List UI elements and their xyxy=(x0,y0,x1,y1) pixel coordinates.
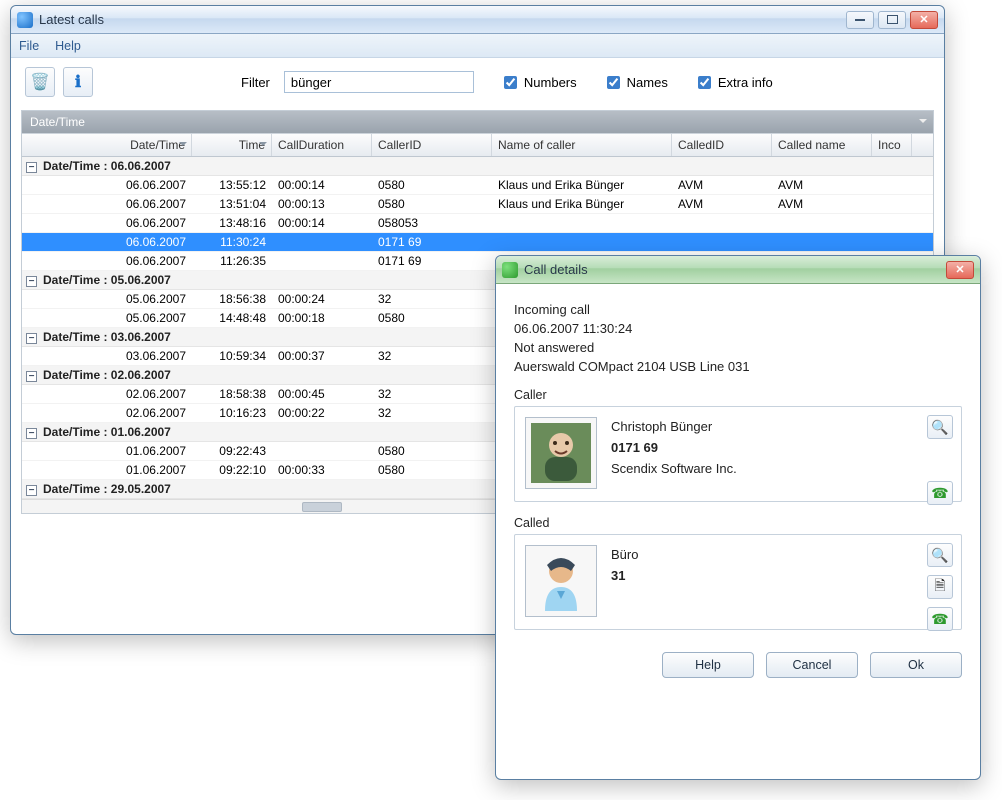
caller-card: Christoph Bünger 0171 69 Scendix Softwar… xyxy=(514,406,962,502)
clear-button[interactable]: 🗑️ xyxy=(25,67,55,97)
grid-headers: Date/Time Time CallDuration CallerID Nam… xyxy=(22,133,933,157)
called-number: 31 xyxy=(611,566,638,587)
chk-numbers[interactable]: Numbers xyxy=(500,73,577,92)
close-button[interactable] xyxy=(910,11,938,29)
info-icon: ℹ xyxy=(75,72,81,92)
call-info: Incoming call 06.06.2007 11:30:24 Not an… xyxy=(514,302,962,374)
help-button[interactable]: Help xyxy=(662,652,754,678)
chk-extra[interactable]: Extra info xyxy=(694,73,773,92)
grid-group[interactable]: −Date/Time : 06.06.2007 xyxy=(22,157,933,176)
called-note-button[interactable]: 🗎 xyxy=(927,575,953,599)
called-name: Büro xyxy=(611,545,638,566)
document-icon: 🗎 xyxy=(934,575,945,599)
chk-extra-box[interactable] xyxy=(698,76,711,89)
dialog-buttons: Help Cancel Ok xyxy=(496,640,980,694)
menu-file[interactable]: File xyxy=(19,39,39,53)
sort-icon xyxy=(179,142,187,146)
call-details-dialog: Call details Incoming call 06.06.2007 11… xyxy=(495,255,981,780)
chk-numbers-box[interactable] xyxy=(504,76,517,89)
call-line: Auerswald COMpact 2104 USB Line 031 xyxy=(514,359,962,374)
table-row[interactable]: 06.06.200713:51:0400:00:130580Klaus und … xyxy=(22,195,933,214)
collapse-icon[interactable]: − xyxy=(26,371,37,382)
call-type: Incoming call xyxy=(514,302,962,317)
phone-icon: ☎ xyxy=(931,485,948,502)
menu-help[interactable]: Help xyxy=(55,39,81,53)
filter-input[interactable] xyxy=(284,71,474,93)
caller-lookup-button[interactable]: 🔍 xyxy=(927,415,953,439)
trash-icon: 🗑️ xyxy=(30,72,50,92)
dialog-close-button[interactable] xyxy=(946,261,974,279)
chk-names[interactable]: Names xyxy=(603,73,668,92)
window-title: Latest calls xyxy=(39,12,846,27)
chk-names-box[interactable] xyxy=(607,76,620,89)
dialog-title: Call details xyxy=(524,262,946,277)
hdr-datetime[interactable]: Date/Time xyxy=(22,134,192,156)
caller-section-title: Caller xyxy=(514,388,962,402)
collapse-icon[interactable]: − xyxy=(26,162,37,173)
titlebar[interactable]: Latest calls xyxy=(11,6,944,34)
caller-call-button[interactable]: ☎ xyxy=(927,481,953,505)
called-section-title: Called xyxy=(514,516,962,530)
info-button[interactable]: ℹ xyxy=(63,67,93,97)
call-status: Not answered xyxy=(514,340,962,355)
cancel-button[interactable]: Cancel xyxy=(766,652,858,678)
maximize-button[interactable] xyxy=(878,11,906,29)
called-card: Büro 31 🔍 🗎 ☎ xyxy=(514,534,962,630)
minimize-button[interactable] xyxy=(846,11,874,29)
chevron-down-icon xyxy=(919,119,927,123)
phone-icon xyxy=(502,262,518,278)
called-lookup-button[interactable]: 🔍 xyxy=(927,543,953,567)
toolbar: 🗑️ ℹ Filter Numbers Names Extra info xyxy=(11,58,944,106)
collapse-icon[interactable]: − xyxy=(26,333,37,344)
search-icon: 🔍 xyxy=(931,419,948,436)
hdr-duration[interactable]: CallDuration xyxy=(272,134,372,156)
app-icon xyxy=(17,12,33,28)
collapse-icon[interactable]: − xyxy=(26,428,37,439)
table-row[interactable]: 06.06.200713:55:1200:00:140580Klaus und … xyxy=(22,176,933,195)
scrollbar-thumb[interactable] xyxy=(302,502,342,512)
called-call-button[interactable]: ☎ xyxy=(927,607,953,631)
collapse-icon[interactable]: − xyxy=(26,485,37,496)
group-by-bar[interactable]: Date/Time xyxy=(22,111,933,133)
hdr-calledid[interactable]: CalledID xyxy=(672,134,772,156)
hdr-callerid[interactable]: CallerID xyxy=(372,134,492,156)
hdr-incoming[interactable]: Inco xyxy=(872,134,912,156)
caller-company: Scendix Software Inc. xyxy=(611,459,737,480)
sort-icon xyxy=(259,142,267,146)
table-row[interactable]: 06.06.200713:48:1600:00:14058053 xyxy=(22,214,933,233)
dialog-titlebar[interactable]: Call details xyxy=(496,256,980,284)
menubar: File Help xyxy=(11,34,944,58)
hdr-calledname[interactable]: Called name xyxy=(772,134,872,156)
caller-number: 0171 69 xyxy=(611,438,737,459)
call-datetime: 06.06.2007 11:30:24 xyxy=(514,321,962,336)
collapse-icon[interactable]: − xyxy=(26,276,37,287)
hdr-time[interactable]: Time xyxy=(192,134,272,156)
hdr-name[interactable]: Name of caller xyxy=(492,134,672,156)
caller-photo xyxy=(525,417,597,489)
caller-name: Christoph Bünger xyxy=(611,417,737,438)
table-row[interactable]: 06.06.200711:30:240171 69 xyxy=(22,233,933,252)
ok-button[interactable]: Ok xyxy=(870,652,962,678)
phone-icon: ☎ xyxy=(931,611,948,628)
called-photo xyxy=(525,545,597,617)
filter-label: Filter xyxy=(241,75,270,90)
search-icon: 🔍 xyxy=(931,547,948,564)
